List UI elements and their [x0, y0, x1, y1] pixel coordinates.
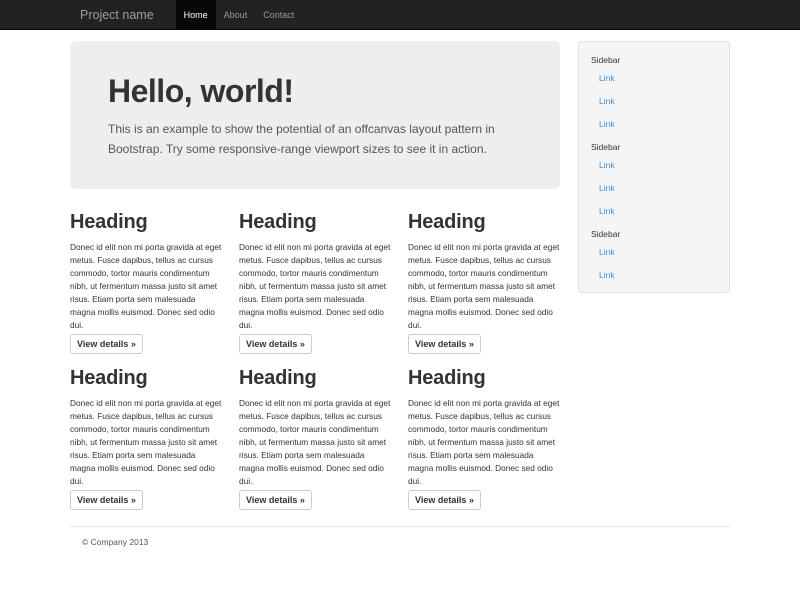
sidebar-group-title: Sidebar: [579, 222, 729, 240]
card: Heading Donec id elit non mi porta gravi…: [408, 354, 560, 510]
sidebar-link[interactable]: Link: [579, 153, 729, 176]
sidebar-link[interactable]: Link: [579, 240, 729, 263]
nav-link-about[interactable]: About: [216, 0, 256, 30]
main-column: Hello, world! This is an example to show…: [70, 30, 560, 510]
sidebar-link[interactable]: Link: [579, 263, 729, 286]
card: Heading Donec id elit non mi porta gravi…: [239, 354, 391, 510]
card-heading: Heading: [70, 367, 222, 389]
jumbotron: Hello, world! This is an example to show…: [70, 41, 560, 189]
sidebar-group-title: Sidebar: [579, 48, 729, 66]
nav-link-contact[interactable]: Contact: [255, 0, 302, 30]
page-content: Hello, world! This is an example to show…: [70, 30, 730, 547]
sidebar-link[interactable]: Link: [579, 199, 729, 222]
cards-row-1: Heading Donec id elit non mi porta gravi…: [70, 189, 560, 354]
sidebar-group-2: Sidebar Link Link Link: [579, 135, 729, 222]
view-details-button[interactable]: View details »: [70, 490, 143, 510]
sidebar-group-3: Sidebar Link Link: [579, 222, 729, 286]
view-details-button[interactable]: View details »: [408, 490, 481, 510]
sidebar-link[interactable]: Link: [579, 112, 729, 135]
view-details-button[interactable]: View details »: [239, 490, 312, 510]
footer: © Company 2013: [70, 510, 730, 547]
brand-link[interactable]: Project name: [70, 0, 164, 30]
card: Heading Donec id elit non mi porta gravi…: [408, 189, 560, 354]
card-heading: Heading: [239, 367, 391, 389]
sidebar-link[interactable]: Link: [579, 66, 729, 89]
view-details-button[interactable]: View details »: [408, 334, 481, 354]
card-body: Donec id elit non mi porta gravida at eg…: [239, 397, 391, 488]
sidebar-group-title: Sidebar: [579, 135, 729, 153]
offcanvas-sidebar: Sidebar Link Link Link Sidebar Link Link…: [578, 41, 730, 293]
card-heading: Heading: [70, 211, 222, 233]
card-heading: Heading: [408, 211, 560, 233]
card-body: Donec id elit non mi porta gravida at eg…: [239, 241, 391, 332]
card-body: Donec id elit non mi porta gravida at eg…: [70, 397, 222, 488]
card-heading: Heading: [239, 211, 391, 233]
view-details-button[interactable]: View details »: [70, 334, 143, 354]
nav-item-contact[interactable]: Contact: [255, 0, 302, 30]
nav-item-home[interactable]: Home: [176, 0, 216, 30]
navbar-menu: Home About Contact: [176, 0, 303, 30]
card: Heading Donec id elit non mi porta gravi…: [70, 189, 222, 354]
cards-row-2: Heading Donec id elit non mi porta gravi…: [70, 354, 560, 510]
card-body: Donec id elit non mi porta gravida at eg…: [408, 241, 560, 332]
card-heading: Heading: [408, 367, 560, 389]
card-body: Donec id elit non mi porta gravida at eg…: [70, 241, 222, 332]
card: Heading Donec id elit non mi porta gravi…: [239, 189, 391, 354]
nav-item-about[interactable]: About: [216, 0, 256, 30]
sidebar-group-1: Sidebar Link Link Link: [579, 48, 729, 135]
page-title: Hello, world!: [108, 73, 522, 109]
jumbotron-description: This is an example to show the potential…: [108, 119, 512, 159]
card-body: Donec id elit non mi porta gravida at eg…: [408, 397, 560, 488]
nav-link-home[interactable]: Home: [176, 0, 216, 30]
sidebar-link[interactable]: Link: [579, 176, 729, 199]
sidebar-link[interactable]: Link: [579, 89, 729, 112]
card: Heading Donec id elit non mi porta gravi…: [70, 354, 222, 510]
copyright-text: © Company 2013: [82, 537, 730, 547]
navbar: Project name Home About Contact: [0, 0, 800, 30]
footer-divider: [70, 526, 730, 527]
view-details-button[interactable]: View details »: [239, 334, 312, 354]
